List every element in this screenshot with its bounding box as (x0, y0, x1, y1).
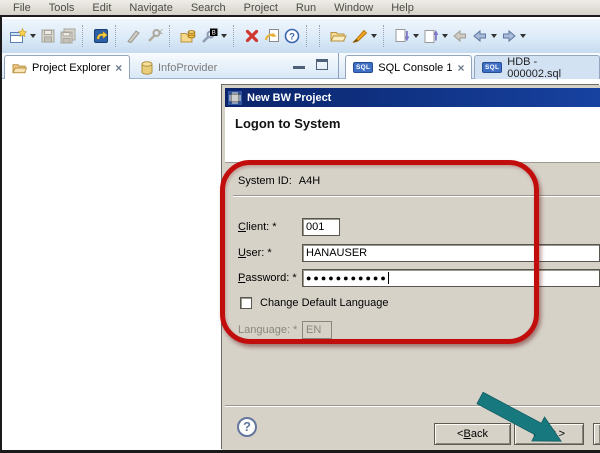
next-annotation-icon[interactable] (392, 26, 421, 46)
tab-infoprovider[interactable]: InfoProvider (133, 55, 225, 79)
dialog-title-bar[interactable]: New BW Project (225, 88, 600, 107)
new-wizard-icon[interactable] (8, 26, 38, 46)
bw-object-icon[interactable] (91, 26, 111, 46)
project-explorer-folder-icon (12, 61, 27, 75)
tab-label: InfoProvider (158, 62, 217, 74)
sql-icon: SQL (353, 62, 373, 73)
window-left-edge (0, 17, 2, 453)
forward-nav-icon[interactable] (499, 26, 528, 46)
teal-arrow-annotation (472, 388, 582, 446)
panel-divider (338, 53, 339, 79)
previous-annotation-dropdown-icon[interactable] (442, 34, 448, 38)
previous-annotation-icon[interactable] (421, 26, 450, 46)
toolbar-separator (319, 25, 323, 47)
tab-hdb-sql[interactable]: SQL HDB - 000002.sql (474, 55, 600, 79)
toolbar-separator (233, 25, 237, 47)
help-icon[interactable]: ? (282, 26, 302, 46)
next-annotation-dropdown-icon[interactable] (413, 34, 419, 38)
open-folder-icon[interactable] (328, 26, 349, 46)
tab-label: Project Explorer (32, 62, 110, 74)
tab-label: SQL Console 1 (378, 62, 452, 74)
menu-edit[interactable]: Edit (83, 1, 120, 15)
menu-run[interactable]: Run (287, 1, 325, 15)
menu-navigate[interactable]: Navigate (120, 1, 181, 15)
menu-tools[interactable]: Tools (40, 1, 84, 15)
menu-file[interactable]: File (4, 1, 40, 15)
back-nav-icon[interactable] (470, 26, 499, 46)
tab-sql-console[interactable]: SQL SQL Console 1 × (345, 55, 472, 79)
menu-project[interactable]: Project (235, 1, 287, 15)
forward-nav-dropdown-icon[interactable] (520, 34, 526, 38)
dialog-title: New BW Project (247, 92, 331, 104)
infoprovider-cylinder-icon (141, 61, 153, 75)
open-data-icon[interactable] (178, 26, 199, 46)
cutoff-button[interactable] (593, 423, 600, 445)
menu-search[interactable]: Search (182, 1, 235, 15)
menu-window[interactable]: Window (325, 1, 382, 15)
svg-text:?: ? (289, 32, 295, 43)
toolbar-separator (383, 25, 387, 47)
minimize-view-icon[interactable] (293, 59, 305, 69)
svg-text:B: B (212, 31, 216, 37)
svg-text:C: C (160, 30, 163, 36)
dialog-chip-icon (228, 91, 242, 105)
main-toolbar: C B ? (2, 19, 600, 53)
dialog-heading: Logon to System (235, 116, 590, 131)
wrench-icon[interactable]: B (199, 26, 229, 46)
menu-help[interactable]: Help (382, 1, 423, 15)
wrench-dropdown-icon[interactable] (221, 34, 227, 38)
back-nav-dropdown-icon[interactable] (491, 34, 497, 38)
last-edit-location-icon (450, 26, 470, 46)
maximize-view-icon[interactable] (316, 59, 328, 70)
toolbar-separator (82, 25, 86, 47)
highlighter-dropdown-icon[interactable] (371, 34, 377, 38)
tab-project-explorer[interactable]: Project Explorer × (4, 55, 130, 79)
save-icon (38, 26, 58, 46)
highlighter-icon[interactable] (349, 26, 379, 46)
cut-icon (124, 26, 144, 46)
toolbar-separator (115, 25, 119, 47)
close-icon[interactable]: × (457, 63, 464, 73)
dialog-header: Logon to System (225, 107, 600, 163)
save-all-icon (58, 26, 78, 46)
help-button[interactable]: ? (237, 417, 257, 437)
tab-label: HDB - 000002.sql (507, 56, 592, 80)
close-icon[interactable]: × (115, 63, 122, 73)
refresh-icon[interactable] (262, 26, 282, 46)
toolbar-separator (306, 25, 310, 47)
tab-strip: Project Explorer × InfoProvider SQL SQL … (2, 53, 600, 79)
red-highlight-annotation (220, 160, 539, 344)
build-config-icon: C (144, 26, 165, 46)
sql-icon: SQL (482, 62, 502, 73)
menu-bar: File Tools Edit Navigate Search Project … (0, 0, 600, 17)
new-wizard-dropdown-icon[interactable] (30, 34, 36, 38)
toolbar-separator (169, 25, 173, 47)
delete-icon[interactable] (242, 26, 262, 46)
